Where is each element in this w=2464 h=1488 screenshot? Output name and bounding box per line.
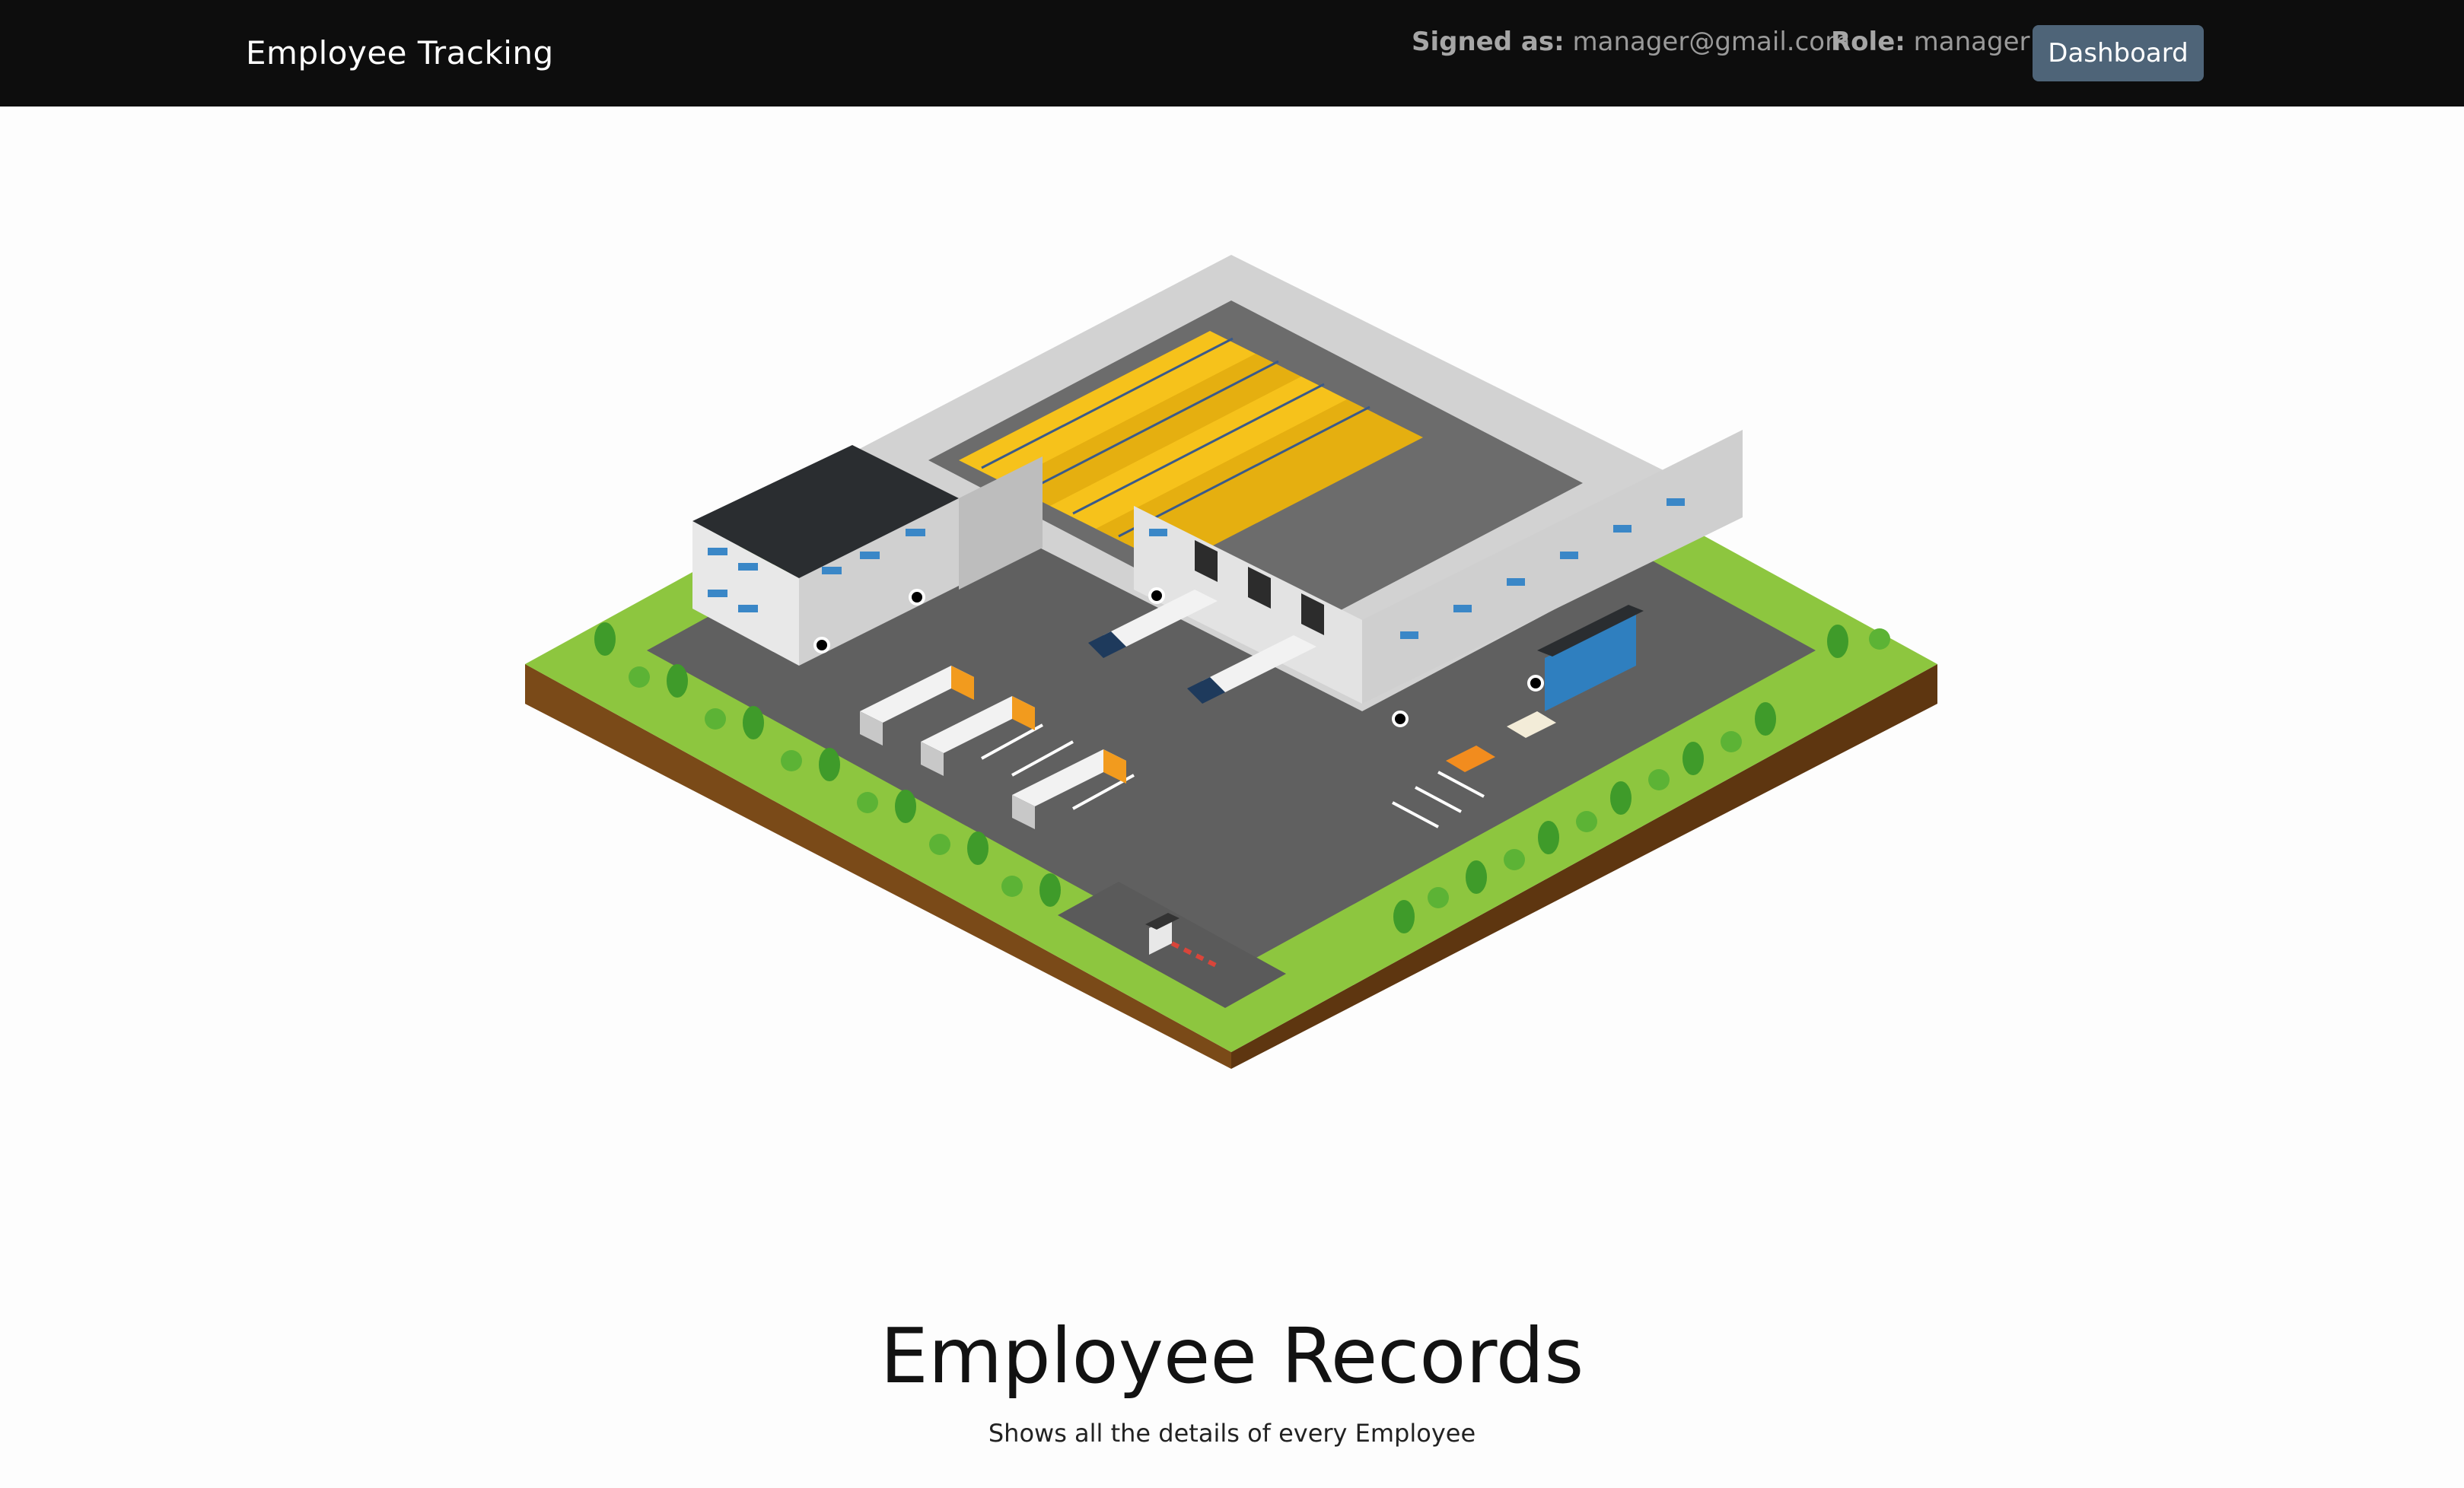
top-navbar: Employee Tracking Signed as: manager@gma… <box>0 0 2464 107</box>
signed-as-info: Signed as: manager@gmail.com <box>1412 24 1850 59</box>
brand-title[interactable]: Employee Tracking <box>246 30 554 76</box>
signed-as-label: Signed as: <box>1412 27 1565 57</box>
signed-as-email: manager@gmail.com <box>1572 27 1851 57</box>
page-title: Employee Records <box>880 1312 1584 1401</box>
role-value: manager <box>1913 27 2030 57</box>
role-info: Role: manager <box>1831 24 2030 59</box>
warehouse-illustration <box>525 255 1940 1069</box>
role-label: Role: <box>1831 27 1905 57</box>
dashboard-button[interactable]: Dashboard <box>2033 25 2204 81</box>
warehouse-illustration-svg <box>525 255 1937 1069</box>
page-subtitle: Shows all the details of every Employee <box>988 1419 1476 1448</box>
